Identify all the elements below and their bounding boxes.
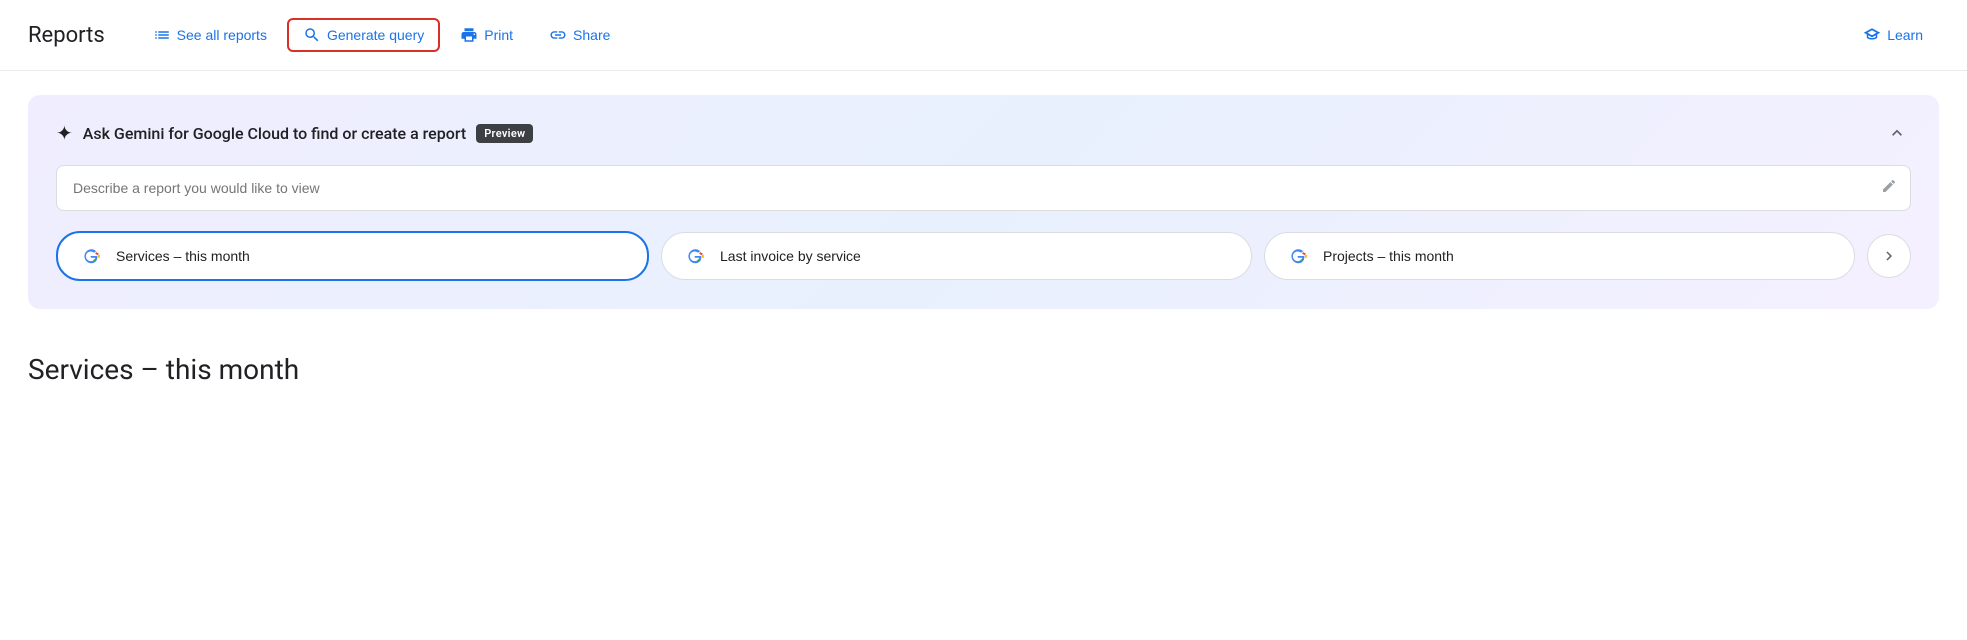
chip-last-invoice[interactable]: Last invoice by service <box>661 232 1252 280</box>
suggestion-chips: Services – this month Last invoice by se… <box>56 231 1911 281</box>
chevron-right-icon <box>1880 247 1898 265</box>
gcloud-logo-icon-3 <box>1285 245 1313 267</box>
chip-services-label: Services – this month <box>116 248 250 264</box>
chip-services-this-month[interactable]: Services – this month <box>56 231 649 281</box>
gemini-panel: ✦ Ask Gemini for Google Cloud to find or… <box>28 95 1939 309</box>
bottom-section: Services – this month <box>0 333 1967 414</box>
gemini-header: ✦ Ask Gemini for Google Cloud to find or… <box>56 119 1911 147</box>
chevron-up-icon <box>1887 123 1907 143</box>
chip-projects-label: Projects – this month <box>1323 248 1454 264</box>
generate-query-button[interactable]: Generate query <box>287 18 440 52</box>
see-all-reports-button[interactable]: See all reports <box>137 18 283 52</box>
preview-badge: Preview <box>476 124 533 143</box>
print-button[interactable]: Print <box>444 18 529 52</box>
learn-label: Learn <box>1887 27 1923 43</box>
share-label: Share <box>573 27 610 43</box>
gemini-title: Ask Gemini for Google Cloud to find or c… <box>83 124 466 143</box>
generate-query-label: Generate query <box>327 27 424 43</box>
chip-projects-this-month[interactable]: Projects – this month <box>1264 232 1855 280</box>
chips-next-button[interactable] <box>1867 234 1911 278</box>
chip-invoice-label: Last invoice by service <box>720 248 861 264</box>
section-title: Services – this month <box>28 353 1939 386</box>
print-icon <box>460 26 478 44</box>
sparkle-icon: ✦ <box>56 121 73 145</box>
learn-button[interactable]: Learn <box>1847 18 1939 52</box>
see-all-reports-label: See all reports <box>177 27 267 43</box>
collapse-button[interactable] <box>1883 119 1911 147</box>
toolbar-actions: See all reports Generate query Print Sha… <box>137 18 1939 52</box>
learn-icon <box>1863 26 1881 44</box>
gcloud-logo-icon <box>78 245 106 267</box>
list-icon <box>153 26 171 44</box>
page-title: Reports <box>28 23 105 48</box>
share-button[interactable]: Share <box>533 18 626 52</box>
toolbar: Reports See all reports Generate query P… <box>0 0 1967 71</box>
gemini-input-wrap <box>56 165 1911 211</box>
gemini-search-input[interactable] <box>56 165 1911 211</box>
generate-query-icon <box>303 26 321 44</box>
gcloud-logo-icon-2 <box>682 245 710 267</box>
gemini-title-row: ✦ Ask Gemini for Google Cloud to find or… <box>56 121 533 145</box>
share-icon <box>549 26 567 44</box>
print-label: Print <box>484 27 513 43</box>
